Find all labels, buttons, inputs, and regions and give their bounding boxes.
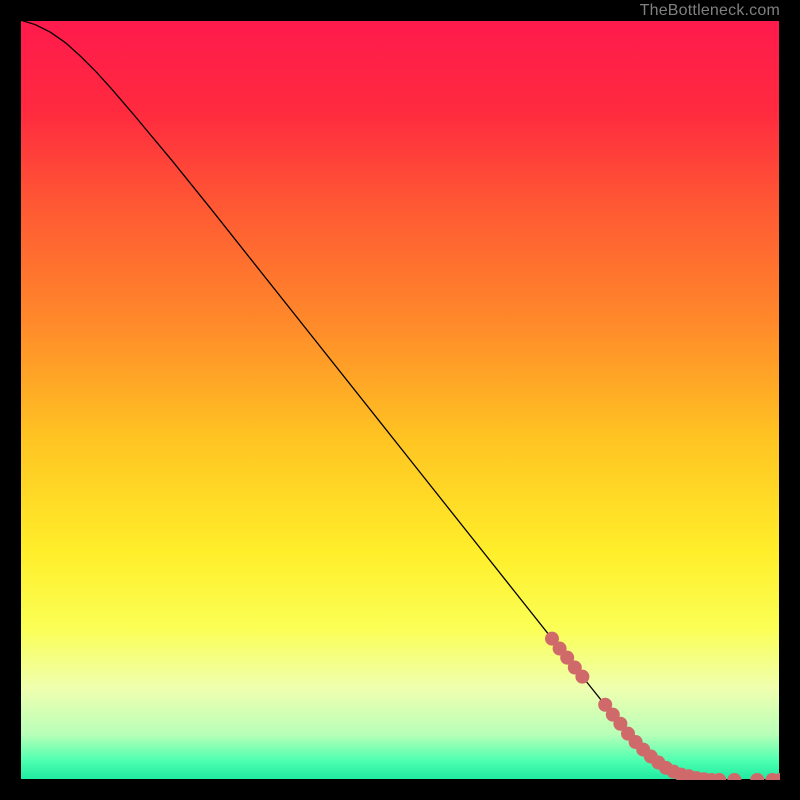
chart-plot [20,20,780,780]
highlight-dot [575,670,589,684]
chart-background [20,20,780,780]
watermark-text: TheBottleneck.com [640,2,780,20]
